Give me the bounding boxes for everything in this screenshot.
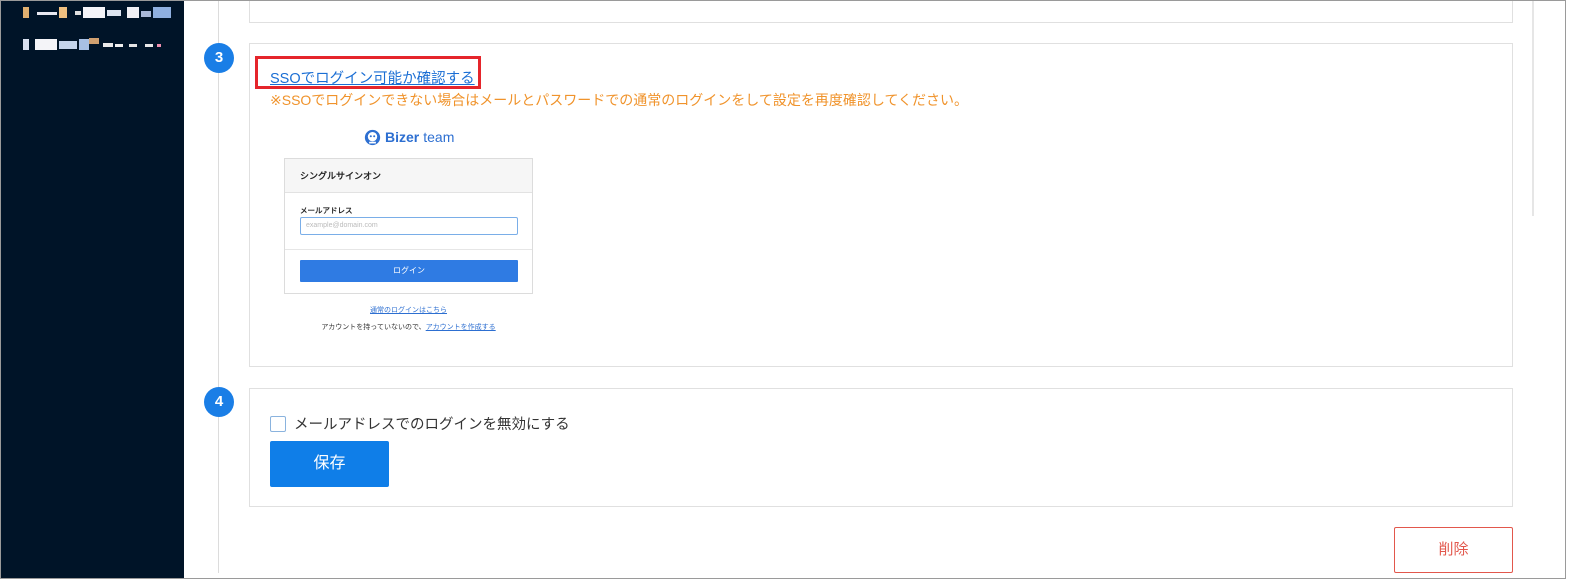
sidebar-item-redacted-2[interactable] [23,38,163,53]
brand-logo: Bizer team [364,126,454,148]
divider [285,249,532,250]
disable-email-login-label[interactable]: メールアドレスでのログインを無効にする [294,413,570,434]
sso-login-preview-image: Bizer team シングルサインオン メールアドレス example@dom… [284,124,534,334]
sso-login-button: ログイン [300,260,518,282]
normal-login-link: 通常のログインはこちら [370,307,447,314]
step-4-card: メールアドレスでのログインを無効にする 保存 [249,388,1513,507]
bizer-logo-icon [364,129,381,145]
create-account-link: アカウントを作成する [425,324,496,331]
step-2-card-partial [249,1,1513,23]
brand-suffix: team [423,129,455,145]
disable-email-login-option[interactable]: メールアドレスでのログインを無効にする [270,413,570,434]
sso-warning-note: ※SSOでログインできない場合はメールとパスワードでの通常のログインをして設定を… [270,92,969,108]
save-button[interactable]: 保存 [270,441,389,487]
sso-login-card: シングルサインオン メールアドレス example@domain.com ログイ… [284,158,533,294]
create-account-row: アカウントを持っていないので、アカウントを作成する [284,322,533,332]
email-field: example@domain.com [300,217,518,235]
sidebar [1,1,184,578]
step-4-badge: 4 [204,387,234,417]
steps-timeline-line [218,1,219,573]
delete-button[interactable]: 削除 [1394,527,1513,573]
app-window: 3 SSOでログイン可能か確認する ※SSOでログインできない場合はメールとパス… [0,0,1566,579]
disable-email-login-checkbox[interactable] [270,415,286,432]
sidebar-item-redacted-1[interactable] [23,7,173,21]
step-3-card: SSOでログイン可能か確認する ※SSOでログインできない場合はメールとパスワー… [249,43,1513,367]
step-3-badge: 3 [204,43,234,73]
no-account-text: アカウントを持っていないので、 [321,324,426,331]
brand-name: Bizer [385,129,420,145]
email-label: メールアドレス [300,206,353,215]
sso-card-title: シングルサインオン [285,159,532,193]
sso-check-link[interactable]: SSOでログイン可能か確認する [270,67,475,88]
scrollbar[interactable] [1532,1,1534,216]
